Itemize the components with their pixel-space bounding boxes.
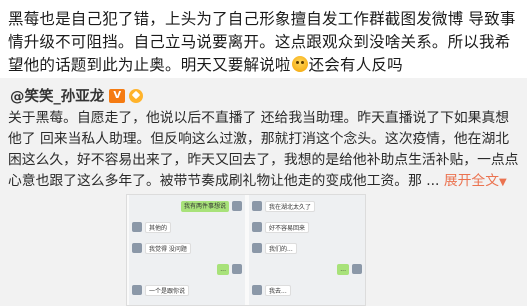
attached-screenshot[interactable]: 我有两件事想说 其他的我觉得 没问题... 一个是跟你说 我在湖北太久了 好不容易回来… — [126, 194, 366, 306]
repost-text: 关于黑莓。自愿走了，他说以后不直播了 还给我当助理。昨天直播说了下如果真想他了 … — [8, 110, 519, 189]
expand-full-text-link[interactable]: 展开全文▼ — [444, 173, 507, 189]
chat-avatar — [252, 285, 262, 295]
expand-full-text-label: 展开全文 — [443, 173, 500, 189]
chat-bubble: 一个是跟你说 — [145, 285, 190, 296]
vip-badge-icon: V — [109, 88, 126, 103]
repost-header: @笑笑_孙亚龙 V — [10, 85, 144, 106]
repost-card[interactable]: @笑笑_孙亚龙 V 关于黑莓。自愿走了，他说以后不直播了 还给我当助理。昨天直播… — [0, 78, 527, 306]
post-text: 黑莓也是自己犯了错，上头为了自己形象擅自发工作群截图发微博 导致事情升级不可阻挡… — [8, 8, 520, 77]
chat-bubble: ... — [337, 264, 349, 275]
chat-avatar — [132, 285, 142, 295]
chat-avatar — [352, 264, 362, 274]
chat-avatar — [252, 222, 262, 232]
repost-body: 关于黑莓。自愿走了，他说以后不直播了 还给我当助理。昨天直播说了下如果真想他了 … — [8, 108, 520, 193]
chat-bubble: ... — [217, 264, 229, 275]
chat-bubble: 我有两件事想说 — [180, 201, 229, 212]
chat-avatar — [232, 264, 242, 274]
chat-avatar — [252, 243, 262, 253]
chat-bubble: 我去... — [265, 285, 291, 296]
chat-bubble: 我在湖北太久了 — [265, 201, 316, 212]
chat-bubble: 我们的... — [265, 243, 297, 254]
chat-bubble: 我觉得 没问题 — [145, 243, 191, 254]
chat-bubble: 好不容易回来 — [265, 222, 310, 233]
repost-author[interactable]: @笑笑_孙亚龙 — [10, 85, 104, 106]
post-body-tail: 还会有人反吗 — [308, 56, 403, 74]
chat-screenshot-right: 我在湖北太久了 好不容易回来 我们的...... 我去... — [249, 195, 365, 305]
smile-emoji-icon — [291, 56, 308, 72]
post-body: 黑莓也是自己犯了错，上头为了自己形象擅自发工作群截图发微博 导致事情升级不可阻挡… — [8, 10, 516, 74]
chat-screenshot-left: 我有两件事想说 其他的我觉得 没问题... 一个是跟你说 — [129, 195, 245, 305]
chat-bubble: 其他的 — [145, 222, 172, 233]
gold-badge-icon — [129, 88, 144, 103]
chat-avatar — [252, 201, 262, 211]
chevron-down-icon: ▼ — [499, 177, 507, 188]
chat-avatar — [232, 201, 242, 211]
chat-avatar — [132, 222, 142, 232]
chat-avatar — [132, 243, 142, 253]
